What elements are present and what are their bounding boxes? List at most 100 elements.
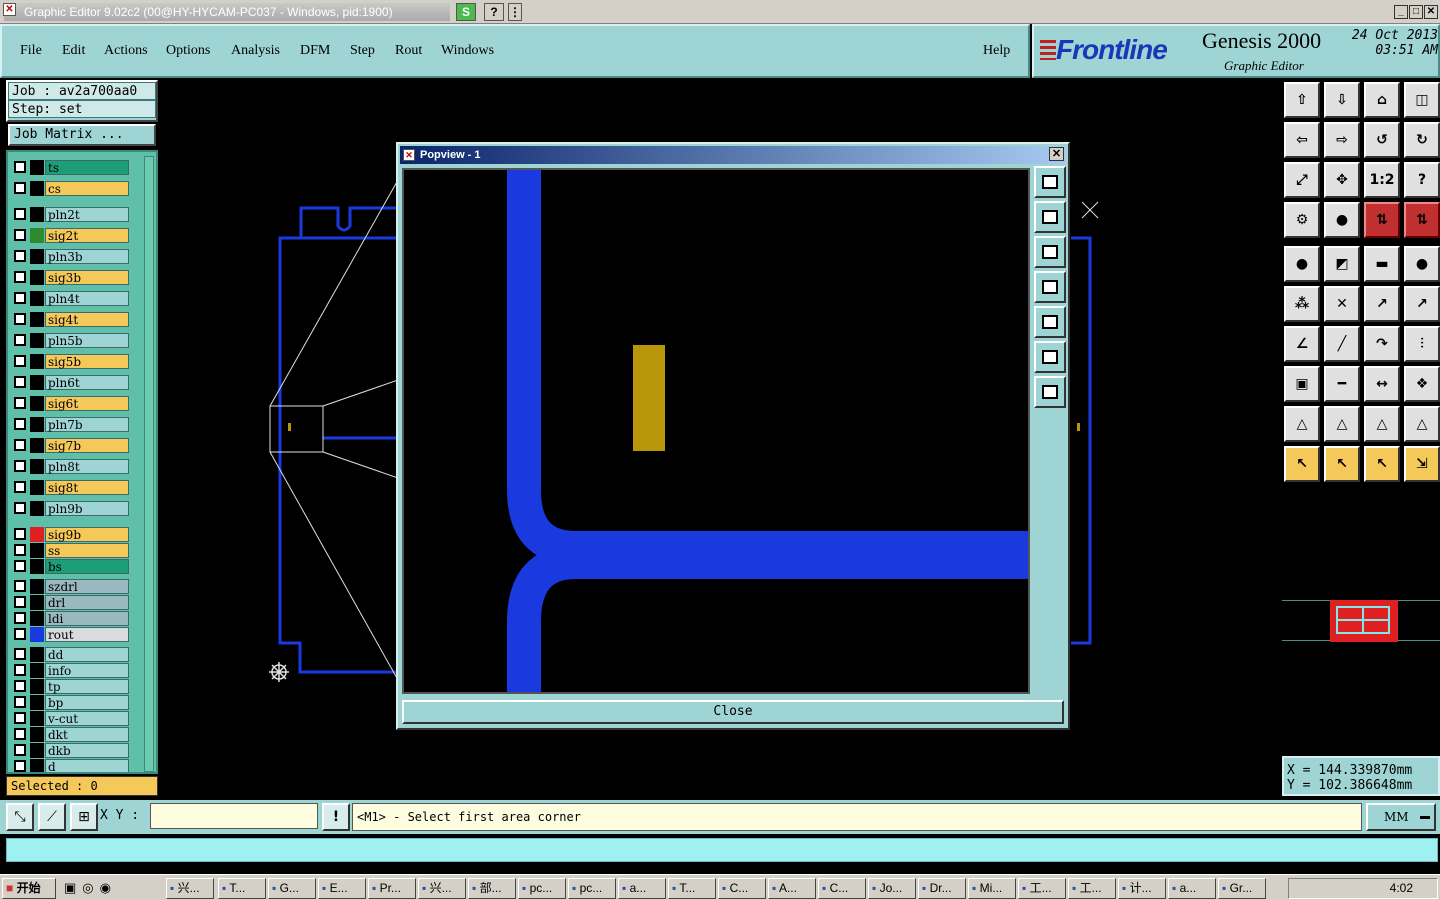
snap-settings-icon[interactable]: ⚙ [1284,202,1320,238]
layer-name[interactable]: pln5b [45,333,129,348]
layer-list-scrollbar[interactable] [144,156,154,772]
layer-checkbox[interactable] [14,481,26,493]
menu-file[interactable]: File [20,43,42,59]
layer-toggle-2-icon[interactable]: ⇅ [1404,202,1440,238]
arc-icon[interactable]: ↷ [1364,326,1400,362]
taskbar-item[interactable]: ▪ pc... [518,878,566,899]
menu-dfm[interactable]: DFM [300,43,330,59]
alert-icon[interactable]: ! [322,803,350,831]
layer-row-d[interactable]: d [12,759,130,772]
layer-row-dd[interactable]: dd [12,647,130,662]
home-icon[interactable]: ⌂ [1364,82,1400,118]
layer-color-swatch[interactable] [30,627,44,642]
layer-checkbox[interactable] [14,502,26,514]
zoom-center-icon[interactable]: ✥ [1324,162,1360,198]
layer-name[interactable]: info [45,663,129,678]
layer-name[interactable]: cs [45,181,129,196]
layer-name[interactable]: drl [45,595,129,610]
layer-checkbox[interactable] [14,334,26,346]
maximize-button[interactable]: □ [1409,5,1423,19]
layer-row-pln6t[interactable]: pln6t [12,375,130,390]
taskbar-item[interactable]: ▪ G... [268,878,316,899]
taskbar-item[interactable]: ▪ 兴... [418,878,466,899]
menu-step[interactable]: Step [350,43,375,59]
layer-name[interactable]: sig9b [45,527,129,542]
layer-row-dkb[interactable]: dkb [12,743,130,758]
layer-color-swatch[interactable] [30,160,44,175]
taskbar-item[interactable]: ▪ a... [618,878,666,899]
layer-color-swatch[interactable] [30,396,44,411]
xy-input[interactable] [150,803,318,829]
layer-row-sig5b[interactable]: sig5b [12,354,130,369]
layer-color-swatch[interactable] [30,312,44,327]
layer-name[interactable]: ss [45,543,129,558]
triangle-blue-icon[interactable]: △ [1364,406,1400,442]
add-feature-icon[interactable]: ↗ [1364,286,1400,322]
layer-color-swatch[interactable] [30,333,44,348]
layer-checkbox[interactable] [14,628,26,640]
layer-checkbox[interactable] [14,760,26,772]
layer-checkbox[interactable] [14,208,26,220]
layer-row-pln5b[interactable]: pln5b [12,333,130,348]
layer-row-ts[interactable]: ts [12,160,130,175]
line-angle-icon[interactable]: ∠ [1284,326,1320,362]
s-icon[interactable]: S [456,3,476,21]
layer-checkbox[interactable] [14,250,26,262]
layer-checkbox[interactable] [14,418,26,430]
layer-color-swatch[interactable] [30,611,44,626]
layer-row-pln7b[interactable]: pln7b [12,417,130,432]
layer-name[interactable]: tp [45,679,129,694]
move-feature-icon[interactable]: ↗ [1404,286,1440,322]
layer-row-bp[interactable]: bp [12,695,130,710]
layer-checkbox[interactable] [14,664,26,676]
help-question-icon[interactable]: ? [484,3,504,21]
taskbar-item[interactable]: ▪ Jo... [868,878,916,899]
layer-color-swatch[interactable] [30,663,44,678]
taskbar-item[interactable]: ▪ Dr... [918,878,966,899]
dropdown-chevron-icon[interactable]: ⋮ [508,3,522,21]
pop-pan-up-icon[interactable] [1034,201,1066,233]
line-draw-icon[interactable]: ╱ [1324,326,1360,362]
layer-name[interactable]: v-cut [45,711,129,726]
taskbar-item[interactable]: ▪ C... [818,878,866,899]
layer-name[interactable]: sig8t [45,480,129,495]
layer-checkbox[interactable] [14,229,26,241]
taskbar-item[interactable]: ▪ 工... [1018,878,1066,899]
pop-zoom-in-icon[interactable] [1034,341,1066,373]
select-pointer-3-icon[interactable]: ↖ [1364,446,1400,482]
layer-color-swatch[interactable] [30,595,44,610]
pop-pan-down-icon[interactable] [1034,236,1066,268]
layer-name[interactable]: dd [45,647,129,662]
layer-row-drl[interactable]: drl [12,595,130,610]
layer-name[interactable]: sig4t [45,312,129,327]
measure-distance-icon[interactable]: ↔ [1364,366,1400,402]
layer-color-swatch[interactable] [30,270,44,285]
add-line-red-icon[interactable]: ◩ [1324,246,1360,282]
layer-color-swatch[interactable] [30,695,44,710]
select-pointer-icon[interactable]: ↖ [1284,446,1320,482]
layer-row-dkt[interactable]: dkt [12,727,130,742]
pin-icon[interactable]: ● [1324,202,1360,238]
taskbar-item[interactable]: ▪ Gr... [1218,878,1266,899]
taskbar-item[interactable]: ▪ 部... [468,878,516,899]
redo-view-icon[interactable]: ↻ [1404,122,1440,158]
undo-view-icon[interactable]: ↺ [1364,122,1400,158]
layer-color-swatch[interactable] [30,438,44,453]
layer-color-swatch[interactable] [30,679,44,694]
layer-toggle-icon[interactable]: ⇅ [1364,202,1400,238]
popview-close-icon[interactable]: ✕ [1049,147,1064,161]
layer-name[interactable]: bp [45,695,129,710]
layer-color-swatch[interactable] [30,181,44,196]
layer-name[interactable]: pln4t [45,291,129,306]
layer-row-sig7b[interactable]: sig7b [12,438,130,453]
layer-name[interactable]: ldi [45,611,129,626]
layer-row-v-cut[interactable]: v-cut [12,711,130,726]
layer-color-swatch[interactable] [30,579,44,594]
quick-launch-icons[interactable]: ▣◎◉ [64,880,134,897]
one-to-one-icon[interactable]: 1:2 [1364,162,1400,198]
pop-zoom-out-icon[interactable] [1034,376,1066,408]
snap-icon[interactable]: ⤡ [6,803,34,831]
layer-checkbox[interactable] [14,528,26,540]
layer-name[interactable]: szdrl [45,579,129,594]
layer-color-swatch[interactable] [30,459,44,474]
